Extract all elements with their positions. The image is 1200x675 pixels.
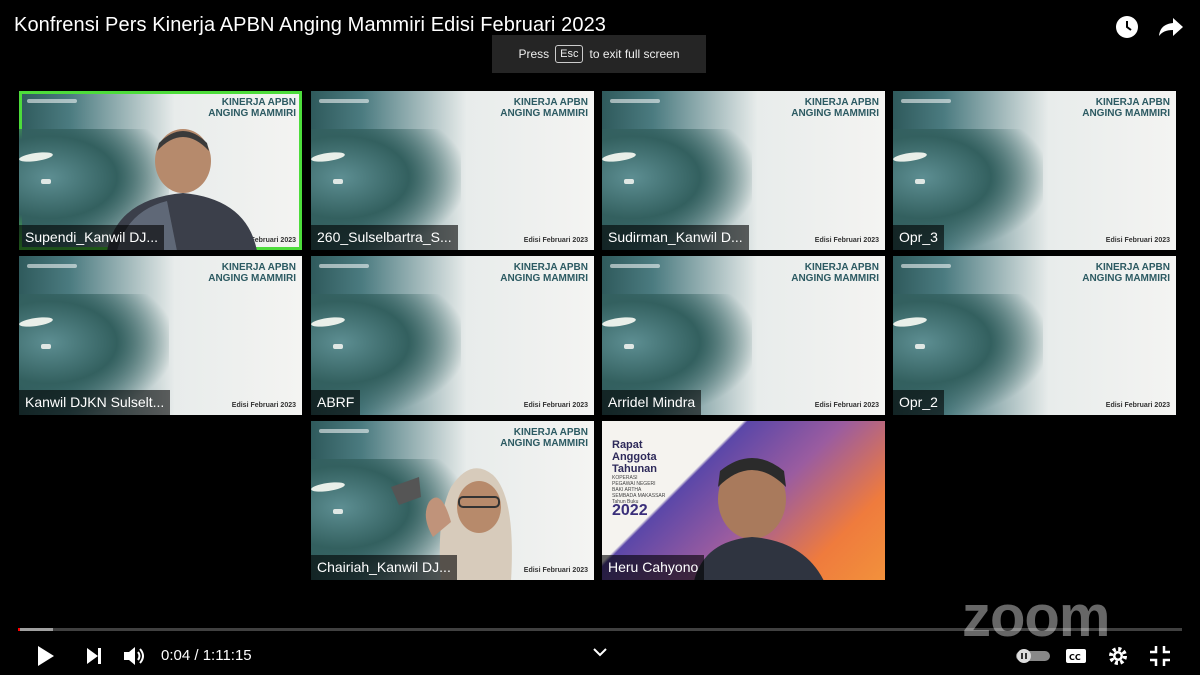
participant-video bbox=[694, 458, 824, 580]
participant-name: Heru Cahyono bbox=[602, 555, 705, 580]
brand-line2: ANGING MAMMIRI bbox=[208, 273, 296, 284]
brand-line1: KINERJA APBN bbox=[804, 97, 879, 108]
top-actions bbox=[1114, 14, 1184, 40]
buffer-fill bbox=[18, 628, 53, 631]
brand-line1: KINERJA APBN bbox=[513, 97, 588, 108]
progress-fill bbox=[18, 628, 20, 631]
participant-name: 260_Sulselbartra_S... bbox=[311, 225, 458, 250]
share-icon[interactable] bbox=[1158, 14, 1184, 40]
chevron-down-icon[interactable] bbox=[586, 638, 614, 666]
edition-label: Edisi Februari 2023 bbox=[523, 237, 588, 244]
edition-label: Edisi Februari 2023 bbox=[814, 237, 879, 244]
toast-suffix: to exit full screen bbox=[589, 47, 680, 61]
volume-icon[interactable] bbox=[121, 642, 149, 670]
brand-line2: ANGING MAMMIRI bbox=[791, 108, 879, 119]
brand-line1: KINERJA APBN bbox=[1095, 97, 1170, 108]
brand-line2: ANGING MAMMIRI bbox=[791, 273, 879, 284]
edition-label: Edisi Februari 2023 bbox=[1105, 402, 1170, 409]
poster-line2: Anggota bbox=[612, 451, 657, 463]
progress-bar[interactable] bbox=[18, 628, 1182, 631]
toast-press: Press bbox=[518, 47, 550, 61]
esc-key: Esc bbox=[555, 45, 584, 63]
participant-tile[interactable]: KINERJA APBN ANGING MAMMIRI Edisi Februar… bbox=[311, 421, 594, 580]
participant-name: Kanwil DJKN Sulselt... bbox=[19, 390, 171, 415]
participant-tile[interactable]: KINERJA APBN ANGING MAMMIRI Edisi Februar… bbox=[311, 256, 594, 415]
brand-line1: KINERJA APBN bbox=[1095, 262, 1170, 273]
participant-name: Opr_3 bbox=[893, 225, 944, 250]
player-controls: 0:04 / 1:11:15 CC bbox=[0, 638, 1200, 674]
duration: 1:11:15 bbox=[202, 647, 252, 664]
time-display: 0:04 / 1:11:15 bbox=[161, 647, 252, 664]
brand-line1: KINERJA APBN bbox=[221, 97, 296, 108]
participant-name: Supendi_Kanwil DJ... bbox=[19, 225, 165, 250]
participant-name: Chairiah_Kanwil DJ... bbox=[311, 555, 457, 580]
edition-label: Edisi Februari 2023 bbox=[1105, 237, 1170, 244]
brand-line2: ANGING MAMMIRI bbox=[1082, 273, 1170, 284]
event-poster: Rapat Anggota Tahunan KOPERASI PEGAWAI N… bbox=[612, 439, 665, 519]
brand-line1: KINERJA APBN bbox=[221, 262, 296, 273]
participant-tile[interactable]: KINERJA APBN ANGING MAMMIRI Edisi Februar… bbox=[602, 91, 885, 250]
participant-tile[interactable]: KINERJA APBN ANGING MAMMIRI Edisi Februar… bbox=[19, 256, 302, 415]
captions-icon[interactable]: CC bbox=[1062, 642, 1090, 670]
participant-tile[interactable]: KINERJA APBN ANGING MAMMIRI Edisi Februar… bbox=[602, 256, 885, 415]
svg-text:CC: CC bbox=[1069, 653, 1081, 662]
participant-tile[interactable]: KINERJA APBN ANGING MAMMIRI Edisi Februar… bbox=[19, 91, 302, 250]
autoplay-toggle-icon[interactable] bbox=[1016, 642, 1050, 670]
participant-name: Opr_2 bbox=[893, 390, 944, 415]
edition-label: Edisi Februari 2023 bbox=[814, 402, 879, 409]
watch-later-icon[interactable] bbox=[1114, 14, 1140, 40]
brand-line2: ANGING MAMMIRI bbox=[500, 108, 588, 119]
brand-line2: ANGING MAMMIRI bbox=[500, 273, 588, 284]
brand-line2: ANGING MAMMIRI bbox=[1082, 108, 1170, 119]
video-title: Konfrensi Pers Kinerja APBN Anging Mammi… bbox=[14, 14, 607, 36]
play-icon[interactable] bbox=[32, 642, 60, 670]
participant-name: Sudirman_Kanwil D... bbox=[602, 225, 749, 250]
brand-line1: KINERJA APBN bbox=[804, 262, 879, 273]
exit-fullscreen-icon[interactable] bbox=[1146, 642, 1174, 670]
brand-line2: ANGING MAMMIRI bbox=[208, 108, 296, 119]
time-separator: / bbox=[190, 647, 203, 664]
fullscreen-toast: Press Esc to exit full screen bbox=[492, 35, 706, 73]
edition-label: Edisi Februari 2023 bbox=[523, 402, 588, 409]
participant-tile[interactable]: KINERJA APBN ANGING MAMMIRI Edisi Februar… bbox=[311, 91, 594, 250]
edition-label: Edisi Februari 2023 bbox=[231, 402, 296, 409]
participant-tile[interactable]: KINERJA APBN ANGING MAMMIRI Edisi Februar… bbox=[893, 256, 1176, 415]
participant-name: Arridel Mindra bbox=[602, 390, 702, 415]
current-time: 0:04 bbox=[161, 647, 191, 664]
participant-tile[interactable]: Rapat Anggota Tahunan KOPERASI PEGAWAI N… bbox=[602, 421, 885, 580]
poster-year: 2022 bbox=[612, 502, 648, 519]
poster-line1: Rapat bbox=[612, 439, 643, 451]
next-icon[interactable] bbox=[80, 642, 108, 670]
brand-line1: KINERJA APBN bbox=[513, 262, 588, 273]
brand-line1: KINERJA APBN bbox=[513, 427, 588, 438]
settings-gear-icon[interactable] bbox=[1104, 642, 1132, 670]
participant-tile[interactable]: KINERJA APBN ANGING MAMMIRI Edisi Februar… bbox=[893, 91, 1176, 250]
participant-name: ABRF bbox=[311, 390, 361, 415]
poster-line3: Tahunan bbox=[612, 463, 658, 475]
